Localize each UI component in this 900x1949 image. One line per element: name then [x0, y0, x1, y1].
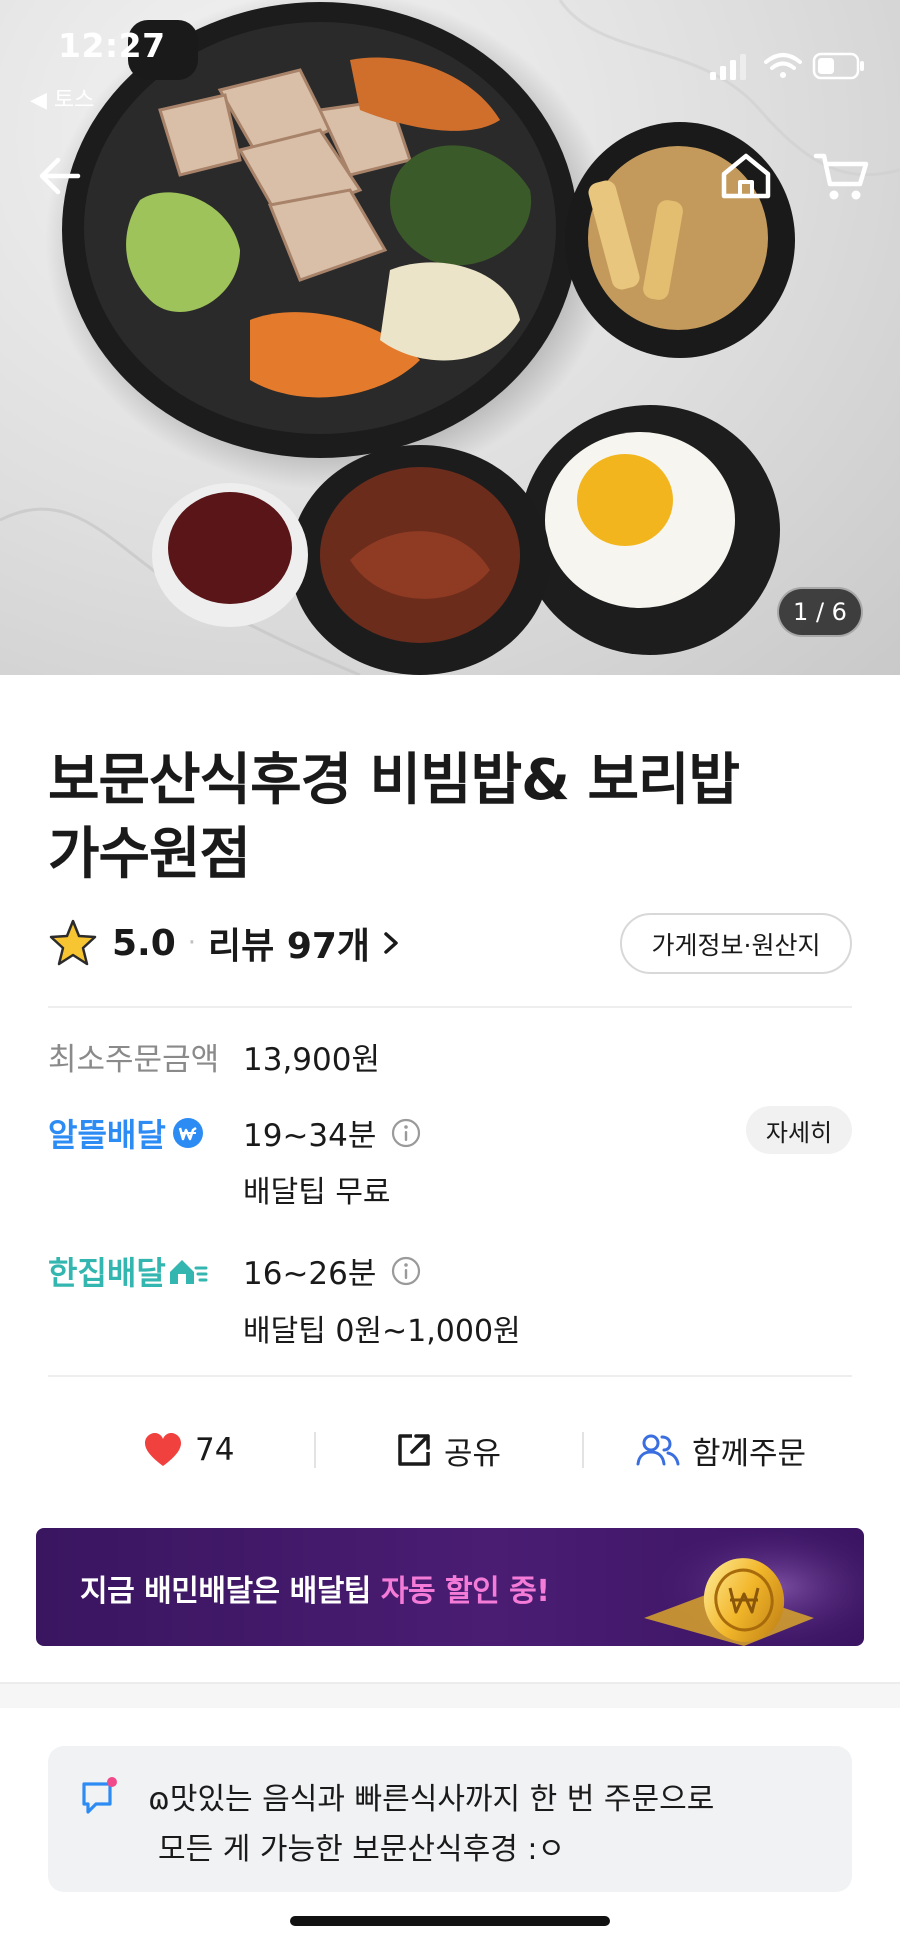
house-speed-icon: [169, 1260, 208, 1284]
battery-icon: [812, 52, 864, 80]
home-indicator[interactable]: [290, 1916, 610, 1926]
share-label: 공유: [444, 1435, 502, 1472]
rating-score: 5.0: [112, 922, 176, 964]
status-icons: [710, 52, 864, 80]
chevron-right-icon: [384, 932, 398, 954]
wifi-icon: [764, 53, 802, 78]
promo-banner[interactable]: 지금 배민배달은 배달팁 자동 할인 중!: [36, 1528, 864, 1646]
divider: [48, 1006, 852, 1008]
hanjip-delivery-time: 16~26분: [243, 1248, 422, 1293]
share-button[interactable]: 공유: [396, 1420, 501, 1480]
share-icon: [398, 1434, 430, 1466]
status-time: 12:27: [58, 26, 166, 65]
review-count: 리뷰 97개: [208, 926, 371, 967]
hanjip-time-text: 16~26분: [243, 1256, 377, 1292]
review-link[interactable]: 리뷰 97개: [208, 917, 402, 969]
detail-button[interactable]: 자세히: [746, 1106, 852, 1154]
promo-text-highlight: 자동 할인 중!: [380, 1574, 550, 1609]
albdl-delivery-tip: 배달팁 무료: [243, 1175, 391, 1210]
like-count: 74: [195, 1432, 235, 1468]
rating-separator: ·: [187, 928, 197, 958]
notice-text-line2: 모든 게 가능한 보문산식후경 :ㅇ: [158, 1832, 566, 1867]
albdl-delivery-time: 19~34분: [243, 1110, 422, 1155]
group-icon: [636, 1434, 680, 1466]
home-icon[interactable]: [718, 150, 774, 202]
group-order-button[interactable]: 함께주문: [636, 1420, 806, 1480]
separator: [314, 1432, 316, 1468]
rating-row: 5.0 · 리뷰 97개: [48, 915, 402, 971]
store-info-button[interactable]: 가게정보·원산지: [620, 913, 852, 974]
hanjip-label-text: 한집배달: [48, 1254, 166, 1292]
store-title: 보문산식후경 비빔밥& 보리밥 가수원점: [48, 748, 740, 887]
albdl-label-text: 알뜰배달: [48, 1116, 166, 1154]
arrow-left-icon[interactable]: [34, 150, 86, 202]
signal-icon: [710, 54, 746, 80]
status-bar: 12:27 ◀ 토스: [0, 0, 900, 120]
star-icon: [49, 919, 97, 966]
back-to-app-link[interactable]: ◀ 토스: [30, 82, 94, 114]
info-icon[interactable]: [390, 1255, 422, 1287]
store-notice: ɷ맛있는 음식과 빠른식사까지 한 번 주문으로 모든 게 가능한 보문산식후경…: [48, 1746, 852, 1892]
won-coin-icon: [172, 1118, 203, 1148]
hanjip-delivery-tip: 배달팁 0원~1,000원: [243, 1314, 521, 1349]
notice-text-line1: ɷ맛있는 음식과 빠른식사까지 한 번 주문으로: [148, 1782, 715, 1817]
divider: [48, 1375, 852, 1377]
chat-notice-icon: [82, 1777, 117, 1814]
photo-counter: 1 / 6: [777, 587, 863, 637]
albdl-time-text: 19~34분: [243, 1118, 377, 1154]
hanjip-delivery-label: 한집배달: [48, 1248, 208, 1294]
min-order-value: 13,900원: [243, 1042, 380, 1078]
heart-icon: [145, 1433, 181, 1466]
gold-coin-icon: [644, 1528, 864, 1646]
promo-text: 지금 배민배달은 배달팁 자동 할인 중!: [80, 1566, 550, 1610]
promo-text-main: 지금 배민배달은 배달팁: [80, 1574, 381, 1609]
min-order-label: 최소주문금액: [48, 1042, 220, 1078]
separator: [582, 1432, 584, 1468]
hero-photo[interactable]: 12:27 ◀ 토스 1 / 6: [0, 0, 900, 675]
cart-icon[interactable]: [812, 150, 870, 204]
like-button[interactable]: 74: [143, 1420, 234, 1480]
info-icon[interactable]: [390, 1117, 422, 1149]
action-bar: 74 공유 함께주문: [48, 1420, 852, 1480]
section-gap: [0, 1682, 900, 1708]
albdl-delivery-label: 알뜰배달: [48, 1110, 204, 1156]
group-order-label: 함께주문: [692, 1435, 807, 1472]
